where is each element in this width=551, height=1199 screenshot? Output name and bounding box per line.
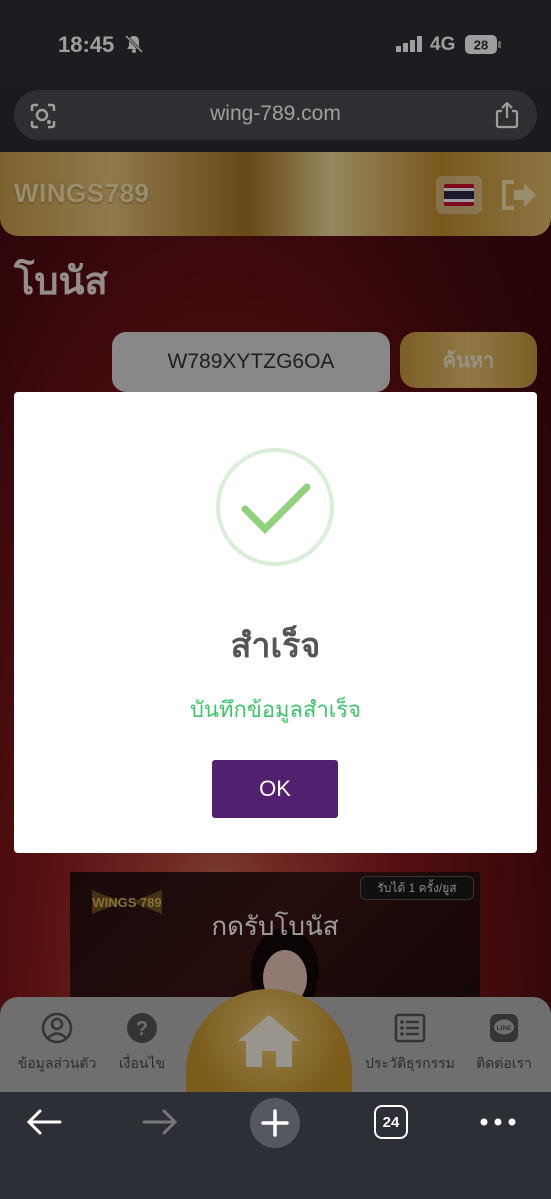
tab-switcher-button[interactable]: 24 — [374, 1105, 408, 1139]
back-arrow-icon[interactable] — [24, 1106, 64, 1138]
dialog-message: บันทึกข้อมูลสำเร็จ — [189, 697, 362, 722]
forward-arrow-icon[interactable] — [140, 1106, 180, 1138]
checkmark-icon — [216, 448, 334, 566]
ok-button[interactable]: OK — [212, 760, 338, 818]
browser-toolbar: 24 — [0, 1092, 551, 1199]
more-options-icon[interactable] — [478, 1114, 518, 1130]
new-tab-button[interactable] — [250, 1098, 300, 1148]
dialog-title: สำเร็จ — [230, 627, 321, 665]
success-dialog: สำเร็จ บันทึกข้อมูลสำเร็จ OK — [14, 392, 537, 853]
plus-icon — [261, 1109, 289, 1137]
